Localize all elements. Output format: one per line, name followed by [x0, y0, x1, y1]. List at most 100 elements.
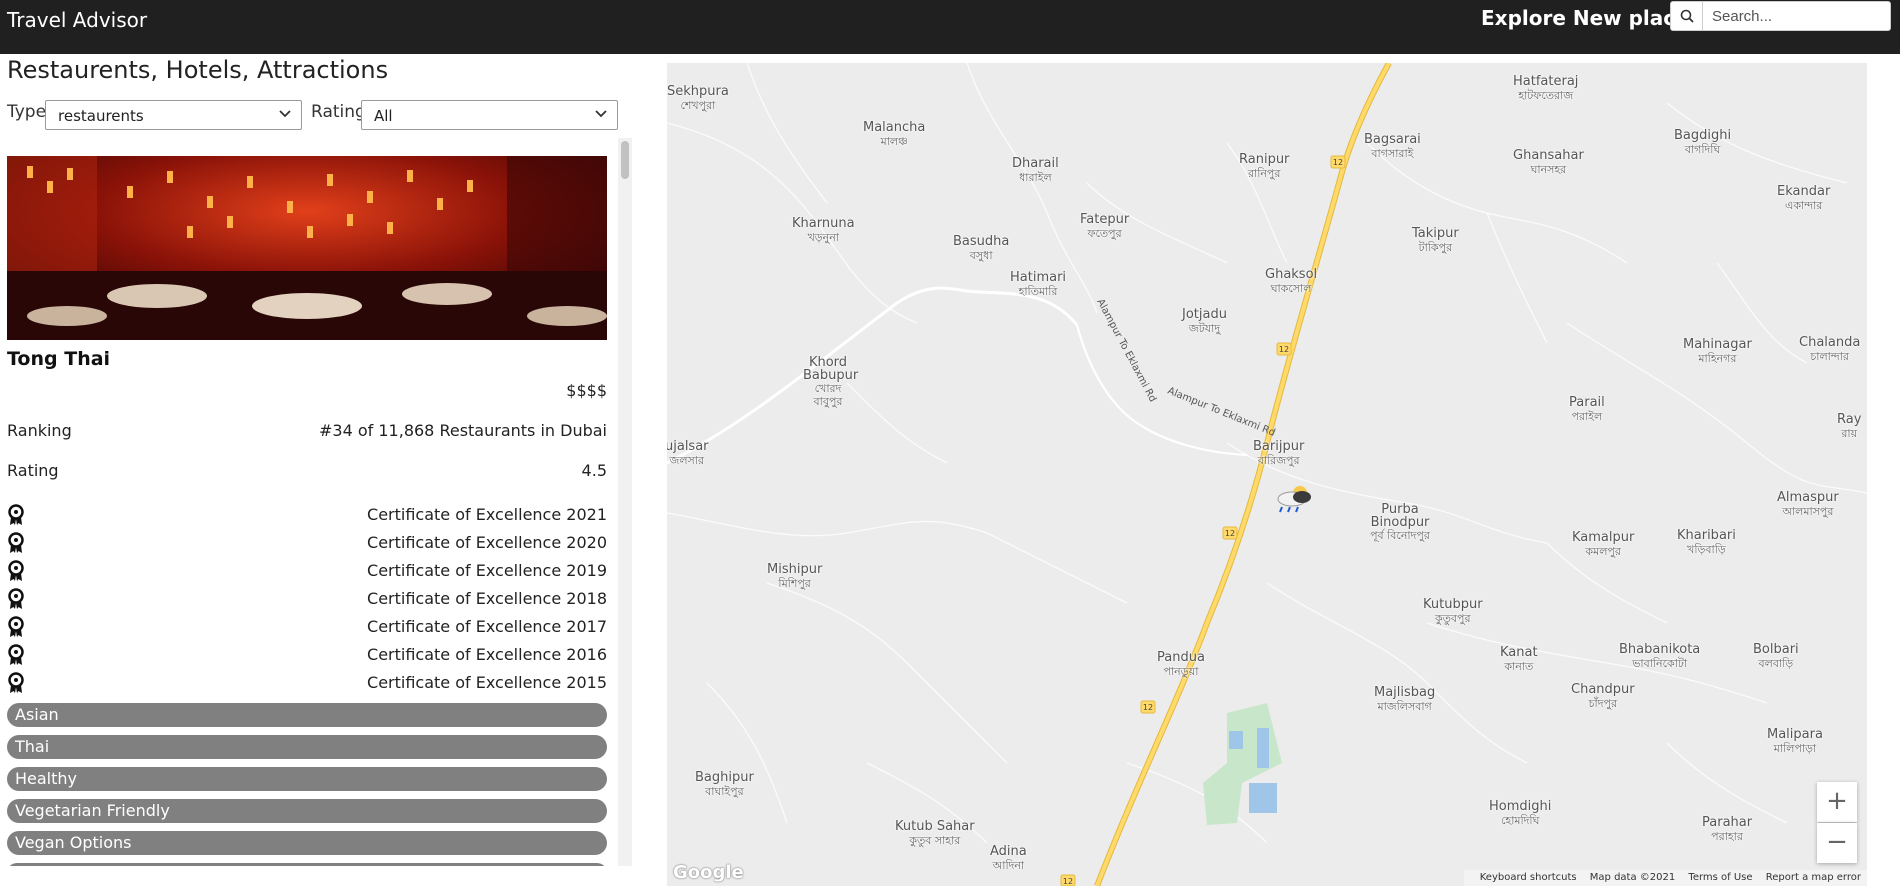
award-ribbon-icon [8, 560, 24, 581]
map-place-label: Ray রায় [1837, 412, 1862, 441]
ranking-label: Ranking [7, 421, 72, 440]
map-place-label: Adina আদিনা [990, 844, 1027, 873]
award-ribbon-icon [8, 532, 24, 553]
price-level: $$$$ [566, 381, 607, 400]
map-place-label: Bagdighi বাগদিঘি [1674, 128, 1732, 157]
type-select-value: restaurents [58, 107, 144, 125]
rating-row-value: 4.5 [581, 461, 607, 480]
award-item: Certificate of Excellence 2016 [7, 642, 607, 668]
cuisine-chip[interactable]: Asian [7, 703, 607, 727]
map-place-label: Takipur টাকিপুর [1412, 226, 1459, 255]
place-list[interactable]: Tong Thai $$$$ Ranking #34 of 11,868 Res… [0, 138, 633, 866]
cuisine-chip[interactable]: Thai [7, 735, 607, 759]
map-place-label: Bhabanikota ভাবানিকোটা [1619, 642, 1701, 671]
map-base: 12 12 12 12 12 Alampur To Eklaxmi Rd Ala… [667, 63, 1867, 886]
map-place-label: Ekandar একান্দার [1777, 184, 1831, 213]
map-place-label: Kanat কানাত [1500, 645, 1538, 674]
award-item: Certificate of Excellence 2020 [7, 530, 607, 556]
rating-select-value: All [374, 107, 393, 125]
award-text: Certificate of Excellence 2015 [367, 673, 607, 692]
search-icon [1671, 2, 1703, 30]
map-place-label: Kutubpur কুতুবপুর [1423, 597, 1483, 626]
list-heading: Restaurents, Hotels, Attractions [7, 56, 389, 84]
explore-heading: Explore New place [1481, 6, 1689, 30]
map-place-label: Purba Binodpur পূর্ব বিনোদপুর [1370, 502, 1430, 542]
cuisine-chip[interactable]: Vegan Options [7, 831, 607, 855]
report-error-link[interactable]: Report a map error [1766, 872, 1861, 883]
map-place-label: Bolbari বলবাড়ি [1753, 642, 1799, 671]
award-item: Certificate of Excellence 2018 [7, 586, 607, 612]
rating-row-label: Rating [7, 461, 59, 480]
rating-label: Rating [311, 102, 366, 122]
map-place-label: Khord Babupur খোরদ বাবুপুর [803, 355, 859, 408]
map-place-label: Barijpur বারিজপুর [1253, 439, 1305, 468]
zoom-in-button[interactable]: + [1817, 782, 1857, 822]
award-text: Certificate of Excellence 2017 [367, 617, 607, 636]
map-place-label: Kamalpur কমলপুর [1572, 530, 1635, 559]
terms-link[interactable]: Terms of Use [1688, 872, 1752, 883]
award-ribbon-icon [8, 588, 24, 609]
rating-select[interactable]: All [361, 100, 618, 130]
map-data-text: Map data ©2021 [1589, 872, 1676, 883]
map-place-label: Sekhpura শেখপুরা [667, 84, 729, 113]
map-place-label: Ghansahar ঘানসহর [1513, 148, 1584, 177]
map-place-label: Basudha বসুধা [953, 234, 1010, 263]
cuisine-chip[interactable]: Healthy [7, 767, 607, 791]
type-label: Type [7, 102, 47, 122]
award-text: Certificate of Excellence 2021 [367, 505, 607, 524]
place-image [7, 156, 607, 340]
map-place-label: Kharnuna খড়নুনা [792, 216, 855, 245]
map-place-label: Homdighi হোমদিঘি [1489, 799, 1552, 828]
place-name: Tong Thai [7, 348, 111, 370]
map-place-label: ujalsar জলসার [667, 439, 709, 468]
ranking-value: #34 of 11,868 Restaurants in Dubai [319, 421, 607, 440]
app-title: Travel Advisor [7, 8, 148, 32]
svg-text:12: 12 [1225, 529, 1235, 538]
map-place-label: Mishipur মিশিপুর [767, 562, 823, 591]
award-text: Certificate of Excellence 2016 [367, 645, 607, 664]
cuisine-chip[interactable]: Vegetarian Friendly [7, 799, 607, 823]
map-place-label: Dharail ধারাইল [1012, 156, 1059, 185]
svg-text:12: 12 [1279, 345, 1289, 354]
map[interactable]: 12 12 12 12 12 Alampur To Eklaxmi Rd Ala… [667, 63, 1867, 886]
map-place-label: Parahar পরাহার [1702, 815, 1753, 844]
map-place-label: Majlisbag মাজলিসবাগ [1374, 685, 1436, 714]
scrollbar-thumb[interactable] [621, 141, 629, 179]
map-place-label: Malancha মালঞ্চ [863, 120, 926, 149]
map-place-label: Pandua পানডুয়া [1157, 650, 1205, 679]
search-input[interactable] [1704, 2, 1890, 30]
map-place-label: Hatimari হাতিমারি [1010, 270, 1067, 299]
weather-marker-icon[interactable] [1272, 483, 1316, 520]
search-box[interactable] [1670, 1, 1891, 31]
svg-text:12: 12 [1143, 703, 1153, 712]
zoom-out-button[interactable]: − [1817, 823, 1857, 863]
google-logo: Google [673, 862, 744, 883]
list-scrollbar[interactable] [618, 138, 632, 866]
award-text: Certificate of Excellence 2020 [367, 533, 607, 552]
award-item: Certificate of Excellence 2017 [7, 614, 607, 640]
chevron-down-icon [279, 110, 291, 118]
award-item: Certificate of Excellence 2019 [7, 558, 607, 584]
award-ribbon-icon [8, 644, 24, 665]
keyboard-shortcuts-link[interactable]: Keyboard shortcuts [1480, 872, 1577, 883]
svg-text:12: 12 [1063, 877, 1073, 886]
award-text: Certificate of Excellence 2018 [367, 589, 607, 608]
map-place-label: Chalanda চালান্দার [1799, 335, 1861, 364]
map-place-label: Ghaksol ঘাকসোল [1265, 267, 1318, 296]
chevron-down-icon [595, 110, 607, 118]
cuisine-chip-partial[interactable] [7, 863, 607, 866]
type-select[interactable]: restaurents [45, 100, 302, 130]
map-place-label: Jotjadu জটযাদু [1182, 307, 1227, 336]
app-bar: Travel Advisor Explore New place [0, 0, 1900, 54]
award-ribbon-icon [8, 672, 24, 693]
award-item: Certificate of Excellence 2021 [7, 502, 607, 528]
map-place-label: Fatepur ফতেপুর [1080, 212, 1130, 241]
map-footer: Keyboard shortcuts Map data ©2021 Terms … [1463, 870, 1867, 886]
map-place-label: Parail পরাইল [1569, 395, 1605, 424]
map-place-label: Mahinagar মাহিনগর [1683, 337, 1752, 366]
award-ribbon-icon [8, 616, 24, 637]
map-place-label: Almaspur আলমাসপুর [1777, 490, 1839, 519]
map-place-label: Ranipur রানিপুর [1239, 152, 1290, 181]
map-place-label: Baghipur বাঘাইপুর [695, 770, 754, 799]
map-place-label: Kharibari খড়িবাড়ি [1677, 528, 1736, 557]
